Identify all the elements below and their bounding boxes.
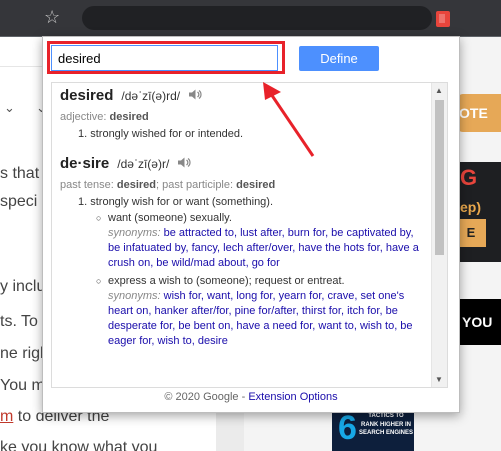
arrow-shaft [269,93,315,157]
annotation-arrow [263,82,315,157]
